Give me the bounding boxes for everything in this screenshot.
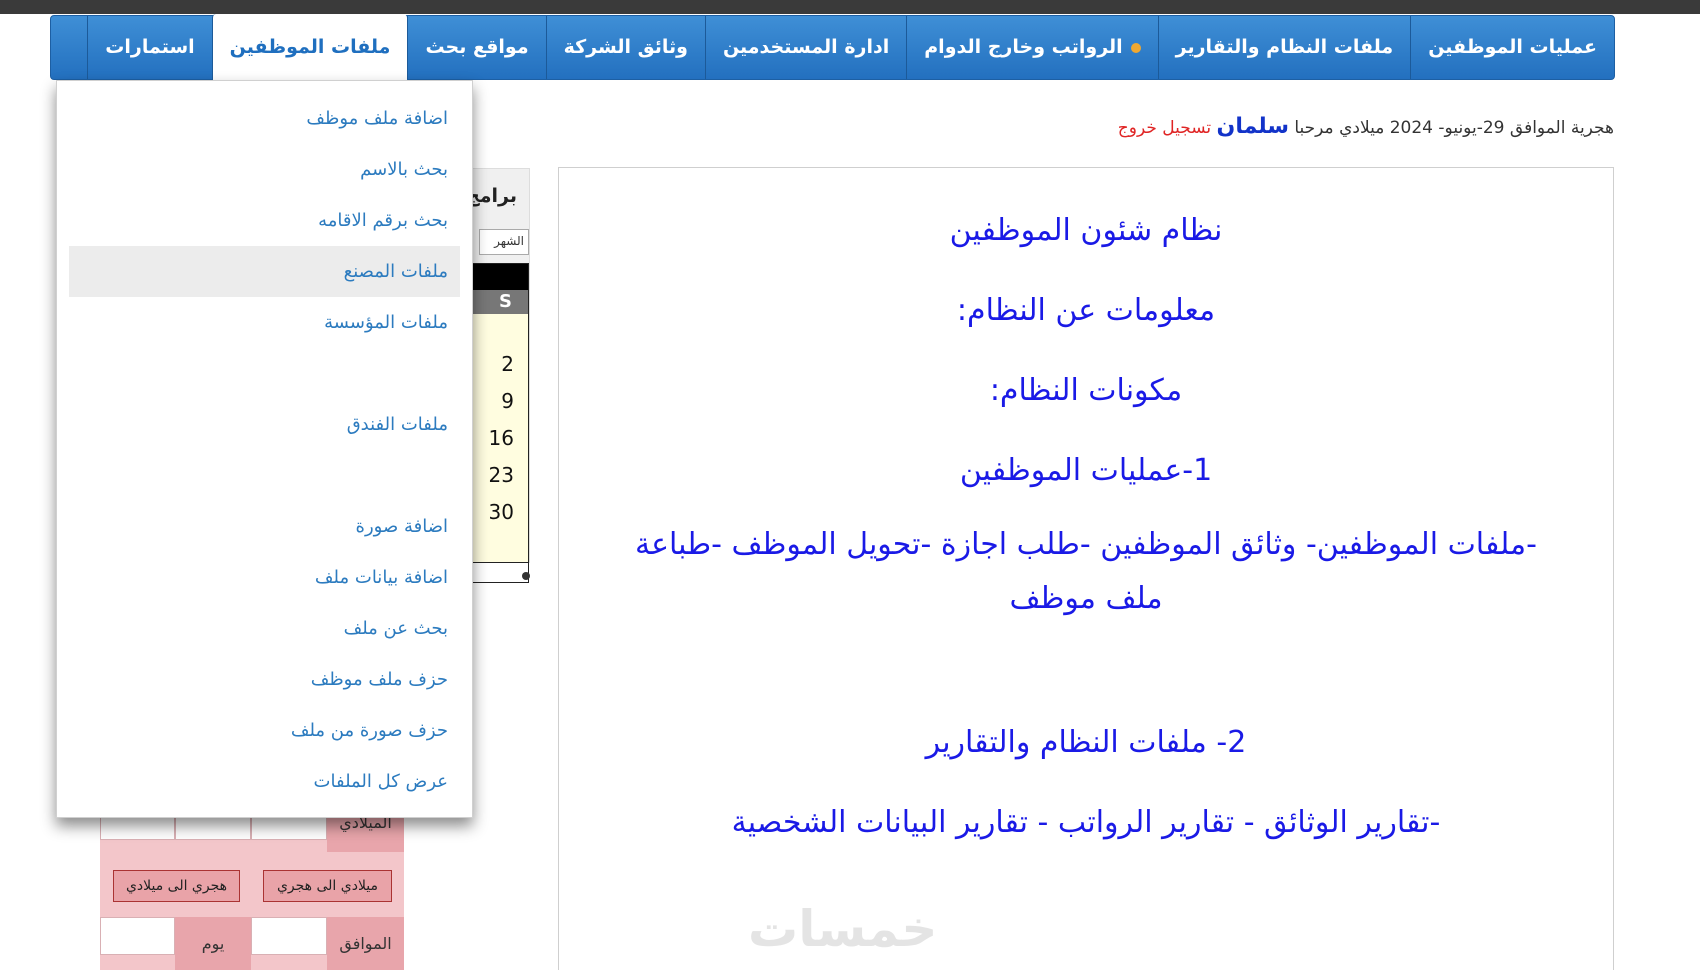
section1-text: -ملفات الموظفين- وثائق الموظفين -طلب اجا… (635, 527, 1537, 616)
programs-panel: برامج الشهر S 2 9 16 23 30 (468, 168, 530, 583)
calendar-day[interactable]: 30 (470, 500, 528, 537)
calendar-day[interactable]: 16 (470, 426, 528, 463)
corresponding-label: الموافق (327, 917, 404, 970)
menu-item-search-by-name[interactable]: بحث بالاسم (57, 144, 472, 195)
calendar-day-header: S (470, 290, 528, 314)
section2-title: 2- ملفات النظام والتقارير (925, 725, 1247, 760)
menu-item-search-by-iqama[interactable]: بحث برقم الاقامه (57, 195, 472, 246)
content-text: نظام شئون الموظفين معلومات عن النظام: مك… (559, 204, 1613, 850)
components-heading: مكونات النظام: (989, 373, 1183, 408)
bullet-dot (522, 572, 530, 580)
date-text: هجرية الموافق 29-يونيو- 2024 ميلادي مرحب… (1294, 118, 1614, 138)
username: سلمان (1216, 114, 1289, 139)
result-day-input[interactable] (100, 917, 175, 955)
menu-item-delete-photo[interactable]: حزف صورة من ملف (57, 705, 472, 756)
menu-item-search-file[interactable]: بحث عن ملف (57, 603, 472, 654)
menu-item-establishment-files[interactable]: ملفات المؤسسة (57, 297, 472, 348)
date-converter: الميلادي هجري الى ميلادي ميلادي الى هجري… (100, 800, 404, 970)
section1-title: 1-عمليات الموظفين (959, 453, 1213, 488)
calendar-day[interactable]: 9 (470, 389, 528, 426)
section2-text: -تقارير الوثائق - تقارير الرواتب - تقاري… (731, 805, 1441, 840)
menu-item-delete-employee-file[interactable]: حزف ملف موظف (57, 654, 472, 705)
system-title: نظام شئون الموظفين (949, 213, 1223, 248)
notification-dot-icon (1130, 42, 1141, 53)
day-label: يوم (175, 917, 251, 970)
watermark-logo: خمسات (748, 900, 938, 958)
gregorian-to-hijri-button[interactable]: ميلادي الى هجري (263, 870, 392, 902)
programs-title: برامج (472, 185, 517, 207)
menu-item-view-all-files[interactable]: عرض كل الملفات (57, 756, 472, 807)
calendar-header (470, 264, 528, 290)
employee-files-dropdown: اضافة ملف موظف بحث بالاسم بحث برقم الاقا… (56, 80, 473, 818)
calendar-days: 2 9 16 23 30 (470, 314, 528, 537)
nav-salaries-overtime-label: الرواتب وخارج الدوام (924, 36, 1123, 58)
main-content: نظام شئون الموظفين معلومات عن النظام: مك… (558, 167, 1614, 970)
about-heading: معلومات عن النظام: (956, 293, 1216, 328)
logout-link[interactable]: تسجيل خروج (1118, 118, 1211, 138)
hijri-to-gregorian-button[interactable]: هجري الى ميلادي (113, 870, 240, 902)
nav-salaries-overtime[interactable]: الرواتب وخارج الدوام (906, 16, 1157, 79)
calendar-day[interactable]: 23 (470, 463, 528, 500)
nav-employee-operations[interactable]: عمليات الموظفين (1410, 16, 1614, 79)
top-strip (0, 0, 1700, 14)
nav-search-sites[interactable]: مواقع بحث (407, 16, 545, 79)
result-date-input[interactable] (251, 917, 327, 955)
menu-item-add-employee-file[interactable]: اضافة ملف موظف (57, 93, 472, 144)
menu-item-hotel-files[interactable]: ملفات الفندق (57, 399, 472, 450)
menu-item-add-file-data[interactable]: اضافة بيانات ملف (57, 552, 472, 603)
menu-item-add-photo[interactable]: اضافة صورة (57, 501, 472, 552)
menu-gap (57, 348, 472, 399)
month-select[interactable]: الشهر (479, 229, 529, 255)
main-navbar: عمليات الموظفين ملفات النظام والتقارير ا… (50, 14, 1615, 80)
nav-system-files-reports[interactable]: ملفات النظام والتقارير (1157, 16, 1411, 79)
nav-employee-files[interactable]: ملفات الموظفين (211, 14, 408, 80)
greeting-line: هجرية الموافق 29-يونيو- 2024 ميلادي مرحب… (1118, 114, 1614, 139)
calendar: S 2 9 16 23 30 (469, 263, 529, 563)
calendar-footer (469, 563, 529, 583)
nav-company-documents[interactable]: وثائق الشركة (545, 16, 705, 79)
menu-gap (57, 450, 472, 501)
nav-user-management[interactable]: ادارة المستخدمين (704, 16, 906, 79)
menu-item-factory-files[interactable]: ملفات المصنع (69, 246, 460, 297)
nav-forms[interactable]: استمارات (87, 16, 211, 79)
calendar-day[interactable]: 2 (470, 352, 528, 389)
